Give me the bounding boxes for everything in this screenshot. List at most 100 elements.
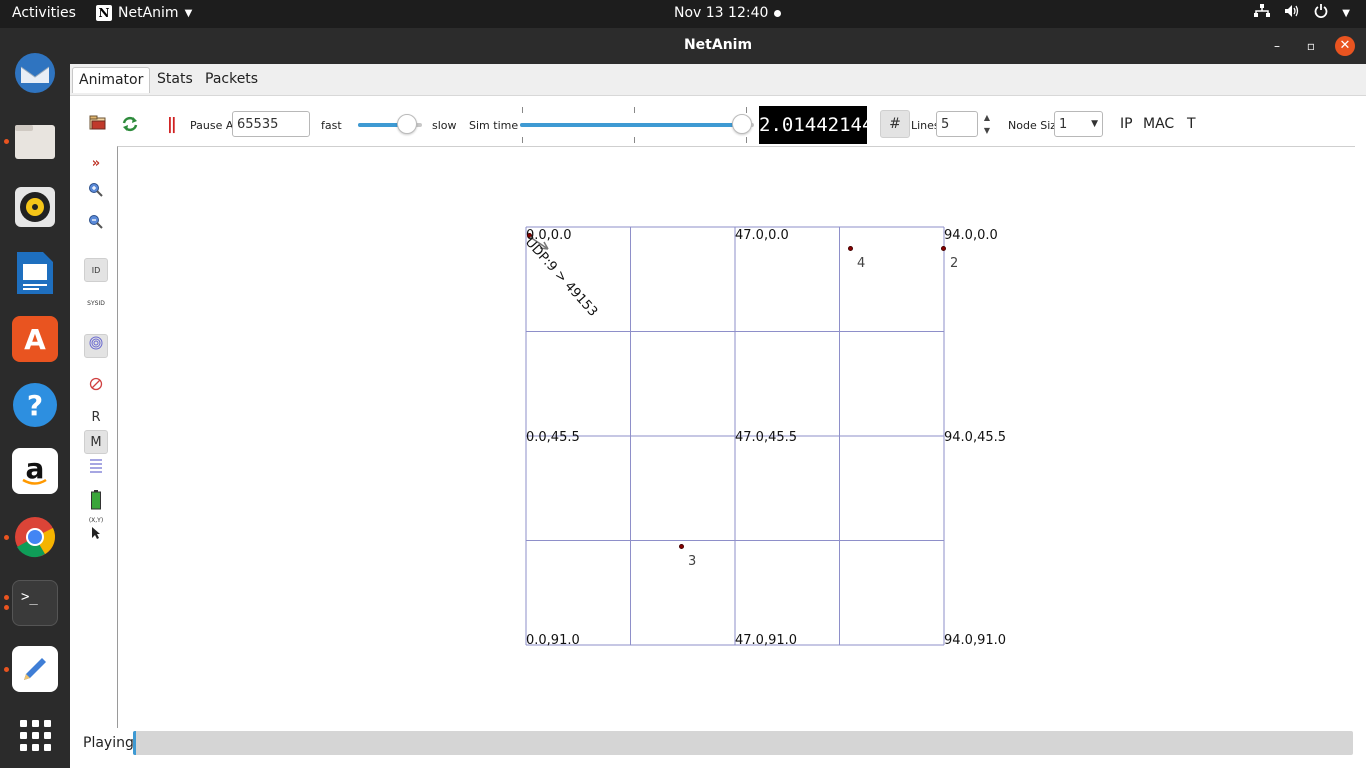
rhythmbox-icon[interactable] <box>12 184 58 230</box>
lines-input[interactable] <box>936 111 978 137</box>
ubuntu-software-icon[interactable]: A <box>12 316 58 362</box>
activities-button[interactable]: Activities <box>12 5 76 21</box>
power-icon <box>1314 4 1328 22</box>
speed-slider-handle[interactable] <box>397 114 417 134</box>
app-menu[interactable]: N NetAnim ▼ <box>96 5 192 21</box>
running-indicator <box>4 139 9 144</box>
network-node[interactable] <box>848 246 853 251</box>
chevron-down-icon: ▼ <box>1091 119 1098 129</box>
minimize-button[interactable]: – <box>1267 36 1287 56</box>
running-indicator <box>4 605 9 610</box>
sysid-label: SYSID <box>87 300 105 307</box>
spin-down-icon[interactable]: ▼ <box>979 124 995 137</box>
chrome-icon[interactable] <box>12 514 58 560</box>
node-label: 4 <box>857 256 866 271</box>
left-toolbar: » ID SYSID R M (X,Y) <box>80 152 110 752</box>
grid-coord-label: 47.0,0.0 <box>735 228 789 243</box>
routing-button[interactable]: R <box>84 406 108 430</box>
pause-at-input[interactable] <box>232 111 310 137</box>
maximize-button[interactable]: ▫ <box>1301 36 1321 56</box>
grid-coord-label: 94.0,0.0 <box>944 228 998 243</box>
pause-icon[interactable]: || <box>167 114 177 133</box>
show-apps-icon[interactable] <box>12 712 58 758</box>
grid-coord-label: 0.0,45.5 <box>526 430 580 445</box>
volume-icon <box>1284 4 1300 22</box>
sim-time-display: 2.01442144 <box>759 106 873 144</box>
no-entry-icon[interactable] <box>84 376 108 400</box>
tab-bar: Animator Stats Packets <box>70 64 1366 96</box>
expand-icon[interactable]: » <box>84 152 108 176</box>
progress-fill <box>133 731 136 755</box>
amazon-icon[interactable]: a <box>12 448 58 494</box>
sim-time-slider-handle[interactable] <box>732 114 752 134</box>
node-size-select[interactable]: 1 ▼ <box>1054 111 1103 137</box>
running-indicator <box>4 535 9 540</box>
top-bar: Activities N NetAnim ▼ Nov 13 12:40 ▼ <box>0 0 1366 28</box>
toolbar: || Pause At fast slow Sim time 2.0144214… <box>70 97 1366 147</box>
mobility-button[interactable]: M <box>84 430 108 454</box>
netanim-window: Animator Stats Packets || Pause At fast … <box>70 64 1366 768</box>
battery-icon[interactable] <box>84 490 108 514</box>
status-bar: Playing <box>70 731 1366 757</box>
grid-coord-label: 47.0,91.0 <box>735 633 798 648</box>
playback-progress-bar <box>133 731 1353 755</box>
thunderbird-icon[interactable] <box>12 50 58 96</box>
id-label: ID <box>91 266 101 275</box>
running-indicator <box>4 595 9 600</box>
speed-slider[interactable] <box>358 114 422 136</box>
grid-coord-label: 94.0,45.5 <box>944 430 1007 445</box>
pause-at-label: Pause At <box>190 119 238 132</box>
tab-animator[interactable]: Animator <box>72 67 151 93</box>
app-menu-label: NetAnim <box>118 5 179 21</box>
ip-toggle[interactable]: IP <box>1120 116 1133 132</box>
sim-time-label: Sim time <box>469 119 519 132</box>
grid-toggle-button[interactable]: # <box>880 110 910 138</box>
t-toggle[interactable]: T <box>1187 116 1196 132</box>
terminal-icon[interactable]: >_ <box>12 580 58 626</box>
window-title: NetAnim <box>683 37 753 53</box>
spin-up-icon[interactable]: ▲ <box>979 111 995 124</box>
node-size-value: 1 <box>1059 116 1068 132</box>
network-node[interactable] <box>679 544 684 549</box>
caret-down-icon: ▼ <box>184 7 193 19</box>
fast-label: fast <box>321 119 342 132</box>
node-label: 2 <box>950 256 959 271</box>
status-label: Playing <box>83 735 134 751</box>
reload-icon[interactable] <box>121 115 139 136</box>
mac-toggle[interactable]: MAC <box>1143 116 1174 132</box>
zoom-out-icon[interactable] <box>84 214 108 238</box>
grid-coord-label: 0.0,91.0 <box>526 633 580 648</box>
sim-time-slider[interactable] <box>520 107 754 143</box>
cursor-coordinates-button[interactable]: (X,Y) <box>84 516 108 540</box>
help-icon[interactable]: ? <box>12 382 58 428</box>
close-button[interactable]: ✕ <box>1335 36 1355 56</box>
files-icon[interactable] <box>12 118 58 164</box>
dock: A ? a >_ <box>0 28 70 768</box>
wireless-circles-button[interactable] <box>84 334 108 358</box>
system-tray[interactable]: ▼ <box>1254 4 1350 22</box>
animation-canvas[interactable]: 0.0,0.0 47.0,0.0 94.0,0.0 0.0,45.5 47.0,… <box>117 146 1355 728</box>
clock-text: Nov 13 12:40 <box>674 5 769 21</box>
tab-stats[interactable]: Stats <box>151 67 199 93</box>
netanim-app-icon: N <box>96 5 112 21</box>
libreoffice-impress-icon[interactable] <box>12 250 58 296</box>
slow-label: slow <box>432 119 457 132</box>
text-editor-icon[interactable] <box>12 646 58 692</box>
show-sysid-button[interactable]: SYSID <box>84 292 108 316</box>
clock[interactable]: Nov 13 12:40 <box>674 5 782 21</box>
open-file-icon[interactable] <box>89 115 107 134</box>
show-node-id-button[interactable]: ID <box>84 258 108 282</box>
zoom-in-icon[interactable] <box>84 182 108 206</box>
lines-spinner[interactable]: ▲ ▼ <box>979 111 995 137</box>
running-indicator <box>4 667 9 672</box>
node-label: 3 <box>688 554 697 569</box>
network-icon <box>1254 4 1271 22</box>
window-titlebar[interactable]: NetAnim – ▫ ✕ <box>70 28 1366 64</box>
grid-coord-label: 94.0,91.0 <box>944 633 1007 648</box>
network-node[interactable] <box>941 246 946 251</box>
notification-dot-icon <box>774 9 782 17</box>
lines-list-icon[interactable] <box>84 458 108 482</box>
tab-packets[interactable]: Packets <box>199 67 264 93</box>
grid-coord-label: 47.0,45.5 <box>735 430 798 445</box>
caret-down-icon: ▼ <box>1342 7 1350 19</box>
